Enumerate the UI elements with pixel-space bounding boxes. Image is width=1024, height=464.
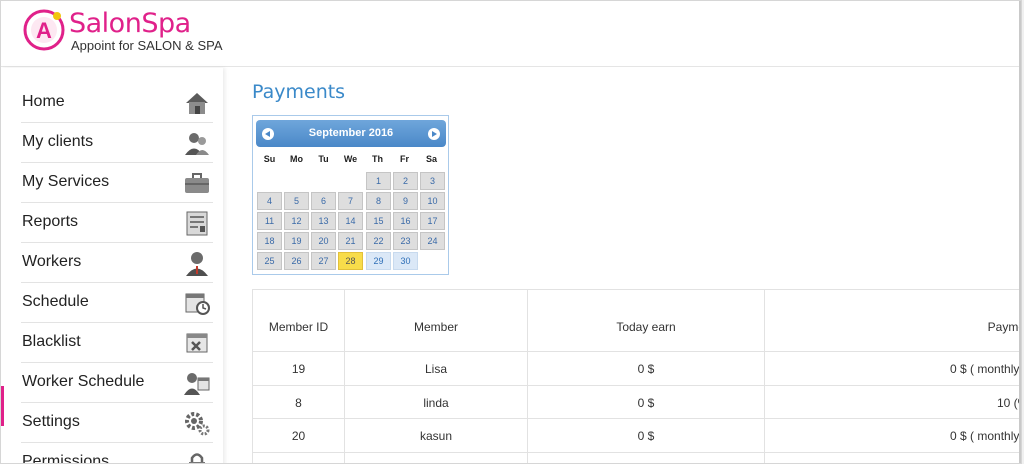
calendar-day[interactable]: 10 (420, 192, 445, 210)
table-cell-today-earn: 0 $ (637, 429, 655, 443)
sidebar-item-label: Reports (22, 213, 79, 230)
table-cell-member-id: 20 (291, 429, 306, 443)
sidebar: Home My clients My Services Reports Work… (1, 68, 223, 464)
calendar-day[interactable]: 3 (420, 172, 445, 190)
calendar-day[interactable]: 12 (284, 212, 309, 230)
sidebar-item-settings[interactable]: Settings (21, 403, 213, 443)
next-month-icon[interactable] (428, 128, 440, 140)
table-cell-member-id: 8 (295, 396, 302, 410)
calendar-day[interactable]: 18 (257, 232, 282, 250)
calendar-day[interactable]: 19 (284, 232, 309, 250)
calendar-day[interactable]: 6 (311, 192, 336, 210)
sidebar-item-label: My Services (22, 173, 110, 190)
calendar-day[interactable]: 16 (393, 212, 418, 230)
calendar-day[interactable]: 24 (420, 232, 445, 250)
table-cell-today-earn: 0 $ (637, 396, 655, 410)
sidebar-item-reports[interactable]: Reports (21, 203, 213, 243)
weekday-label: Su (263, 154, 276, 164)
sidebar-item-label: My clients (22, 133, 94, 150)
table-cell-member: Lisa (424, 362, 447, 376)
table-cell-member: kasun (419, 429, 453, 443)
calendar-day[interactable]: 14 (338, 212, 363, 230)
worker-schedule-icon (184, 373, 210, 395)
schedule-icon (185, 293, 210, 315)
sidebar-item-workers[interactable]: Workers (21, 243, 213, 283)
calendar-day[interactable]: 21 (338, 232, 363, 250)
calendar-month-label: September 2016 (308, 127, 394, 139)
sidebar-item-permissions[interactable]: Permissions (21, 443, 213, 464)
sidebar-item-label: Worker Schedule (22, 373, 145, 390)
clients-icon (185, 133, 209, 155)
active-indicator (1, 386, 4, 426)
svg-text:A: A (36, 18, 52, 43)
table-cell-today-earn: 0 $ (637, 362, 655, 376)
table-cell-payment: 0 $ ( monthly ) (950, 362, 1022, 376)
sidebar-item-label: Permissions (22, 453, 110, 464)
sidebar-item-my-services[interactable]: My Services (21, 163, 213, 203)
column-header-member: Member (413, 320, 458, 334)
sidebar-item-label: Blacklist (22, 333, 81, 350)
weekday-label: We (343, 154, 358, 164)
table-cell-member-id: 19 (291, 362, 306, 376)
calendar-day[interactable]: 1 (366, 172, 391, 190)
calendar-day[interactable]: 8 (366, 192, 391, 210)
datepicker-calendar[interactable]: September 2016 Su Mo Tu We Th Fr Sa 1 2 … (252, 115, 449, 275)
weekday-label: Mo (290, 154, 303, 164)
sidebar-item-label: Workers (22, 253, 82, 270)
column-header-payment: Payme (987, 320, 1022, 334)
calendar-day[interactable]: 30 (393, 252, 418, 270)
sidebar-item-label: Settings (22, 413, 80, 430)
sidebar-item-worker-schedule[interactable]: Worker Schedule (21, 363, 213, 403)
table-cell-payment: 0 $ ( monthly ) (950, 429, 1022, 443)
reports-icon (186, 211, 208, 236)
worker-icon (186, 252, 208, 276)
settings-icon (185, 412, 210, 436)
calendar-header: September 2016 (256, 120, 446, 147)
calendar-day-today[interactable]: 28 (338, 252, 363, 270)
weekday-label: Tu (318, 154, 329, 164)
calendar-day[interactable]: 15 (366, 212, 391, 230)
calendar-day[interactable]: 27 (311, 252, 336, 270)
calendar-day[interactable]: 26 (284, 252, 309, 270)
sidebar-item-my-clients[interactable]: My clients (21, 123, 213, 163)
page-title: Payments (252, 81, 346, 103)
column-header-today-earn: Today earn (616, 320, 676, 334)
calendar-day[interactable]: 11 (257, 212, 282, 230)
calendar-day[interactable]: 4 (257, 192, 282, 210)
sidebar-item-schedule[interactable]: Schedule (21, 283, 213, 323)
weekday-label: Fr (400, 154, 409, 164)
salonspa-logo-icon: A (23, 9, 65, 51)
calendar-day[interactable]: 20 (311, 232, 336, 250)
permissions-icon (189, 453, 205, 463)
brand-name: SalonSpa (69, 8, 191, 39)
sidebar-item-label: Home (22, 93, 65, 110)
weekday-label: Sa (425, 154, 437, 164)
calendar-day[interactable]: 22 (366, 232, 391, 250)
calendar-day[interactable]: 13 (311, 212, 336, 230)
scrollbar-edge[interactable] (1019, 1, 1021, 463)
calendar-day[interactable]: 23 (393, 232, 418, 250)
brand-tagline: Appoint for SALON & SPA (71, 38, 223, 53)
blacklist-icon (186, 333, 208, 353)
briefcase-icon (185, 173, 209, 193)
table-cell-member: linda (423, 396, 449, 410)
calendar-day[interactable]: 9 (393, 192, 418, 210)
sidebar-item-home[interactable]: Home (21, 83, 213, 123)
weekday-label: Th (372, 154, 383, 164)
calendar-day[interactable]: 2 (393, 172, 418, 190)
calendar-day[interactable]: 17 (420, 212, 445, 230)
column-header-member-id: Member ID (268, 320, 329, 334)
calendar-day[interactable]: 29 (366, 252, 391, 270)
sidebar-item-label: Schedule (22, 293, 89, 310)
home-icon (186, 93, 208, 114)
payments-table: Member ID Member Today earn Payme 19 Lis… (252, 289, 1022, 463)
sidebar-item-blacklist[interactable]: Blacklist (21, 323, 213, 363)
app-window: A SalonSpa Appoint for SALON & SPA Home … (0, 0, 1022, 464)
calendar-day[interactable]: 25 (257, 252, 282, 270)
header-bar: A SalonSpa Appoint for SALON & SPA (1, 1, 1021, 67)
calendar-day[interactable]: 7 (338, 192, 363, 210)
table-cell-payment: 10 (%) (997, 396, 1021, 410)
calendar-day[interactable]: 5 (284, 192, 309, 210)
